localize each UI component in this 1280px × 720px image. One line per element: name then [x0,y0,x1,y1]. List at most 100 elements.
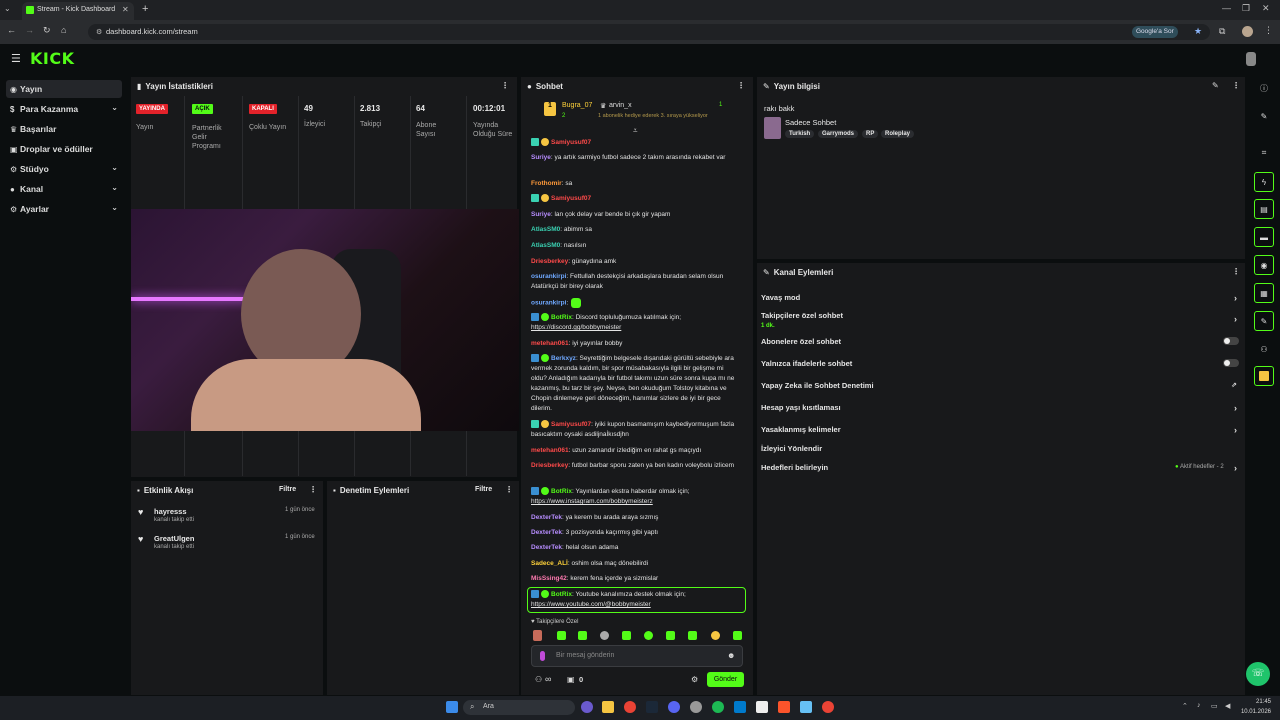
chat-username[interactable]: Frothomir [531,180,562,187]
back-icon[interactable]: ← [7,25,16,35]
emote-icon[interactable] [557,631,566,640]
chat-username[interactable]: Driesberkey [531,258,568,265]
action-ai-moderation[interactable]: Yapay Zeka ile Sohbet Denetimi ⇗ [761,381,1241,390]
chat-username[interactable]: Berkxyz [551,355,576,362]
chat-username[interactable]: Samiyusuf07 [551,139,591,146]
kick-logo[interactable]: KICK [30,49,75,68]
chat-link[interactable]: https://www.youtube.com/@bobbymeister [531,601,651,608]
chat-username[interactable]: AtlasSM0 [531,226,560,233]
stream-preview[interactable] [131,209,519,431]
event-user[interactable]: hayresss [154,507,187,516]
more-options-icon[interactable]: ⋮ [501,81,509,90]
app-icon[interactable] [581,701,593,713]
tag-chip[interactable]: Garrymods [818,130,859,138]
chat-username[interactable]: osurankirpi [531,300,566,307]
chat-username[interactable]: DexterTek [531,544,562,551]
app-icon[interactable] [800,701,812,713]
brave-icon[interactable] [778,701,790,713]
gifter-name[interactable]: arvin_x [609,102,632,109]
sidebar-item-ayarlar[interactable]: ⚙ Ayarlar ⌄ [6,200,122,218]
filter-button[interactable]: Filtre [475,486,492,493]
chat-username[interactable]: AtlasSM0 [531,242,560,249]
chat-username[interactable]: metehan061 [531,340,569,347]
action-slow-mode[interactable]: Yavaş mod › [761,293,1241,303]
emotes-only-toggle[interactable] [1223,359,1239,367]
bookmark-star-icon[interactable]: ★ [1194,26,1202,37]
edit-icon[interactable]: ✎ [1254,106,1274,126]
gift-icon[interactable]: ▣ [567,675,575,684]
sidebar-item-basarilar[interactable]: ♛ Başarılar [6,120,122,138]
emote-icon[interactable] [644,631,653,640]
wrench-icon[interactable]: ✎ [1254,311,1274,331]
chrome-icon[interactable] [624,701,636,713]
gifter-name[interactable]: Bugra_07 [562,102,592,109]
chat-icon[interactable]: ▬ [1254,227,1274,247]
send-button[interactable]: Gönder [707,672,744,687]
chat-username[interactable]: BotRix [551,314,572,321]
more-options-icon[interactable]: ⋮ [309,485,317,494]
action-banned-words[interactable]: Yasaklanmış kelimeler › [761,425,1241,435]
sidebar-item-kanal[interactable]: ● Kanal ⌄ [6,180,122,198]
network-icon[interactable]: ▭ [1211,702,1218,710]
chat-link[interactable]: https://www.instagram.com/bobbymeisterz [531,498,653,505]
tag-chip[interactable]: Turkish [785,130,815,138]
chat-username[interactable]: DexterTek [531,514,562,521]
reload-icon[interactable]: ↻ [43,25,51,36]
browser-menu-icon[interactable]: ⋮ [1264,25,1273,36]
close-tab-icon[interactable]: ✕ [122,5,129,14]
crop-icon[interactable]: ⌗ [1254,143,1274,163]
stream-category[interactable]: Sadece Sohbet [785,118,836,127]
chat-username[interactable]: Sadece_ALİ [531,560,568,567]
action-account-age[interactable]: Hesap yaşı kısıtlaması › [761,403,1241,413]
chat-input[interactable]: Bir mesaj gönderin ☻ [531,645,743,667]
chat-username[interactable]: Driesberkey [531,462,568,469]
emote-icon[interactable] [578,631,587,640]
chat-username[interactable]: BotRix [551,591,572,598]
scroll-down-icon[interactable]: ⩡ [633,126,638,136]
broadcast-icon[interactable]: ◉ [1254,255,1274,275]
chat-username[interactable]: MisSsing42 [531,575,567,582]
volume-icon[interactable]: ◀ [1225,702,1230,710]
more-options-icon[interactable]: ⋮ [1232,267,1240,276]
file-explorer-icon[interactable] [602,701,614,713]
menu-icon[interactable]: ☰ [11,52,21,65]
emote-icon[interactable] [533,630,542,641]
url-field[interactable]: ⚙ dashboard.kick.com/stream Google'a Sor… [88,24,1210,40]
emote-icon[interactable] [600,631,609,640]
filter-button[interactable]: Filtre [279,486,296,493]
steam-icon[interactable] [646,701,658,713]
tag-chip[interactable]: Roleplay [881,130,915,138]
chrome-icon[interactable] [822,701,834,713]
more-options-icon[interactable]: ⋮ [1232,81,1240,90]
emote-icon[interactable] [622,631,631,640]
vscode-icon[interactable] [734,701,746,713]
chat-username[interactable]: Suriye [531,211,551,218]
chat-username[interactable]: Samiyusuf07 [551,195,591,202]
emote-icon[interactable] [688,631,697,640]
chat-link[interactable]: https://discord.gg/bobbymeister [531,324,621,331]
minimize-icon[interactable]: — [1222,3,1231,13]
tag-chip[interactable]: RP [862,130,879,138]
home-icon[interactable]: ⌂ [61,25,66,35]
browser-tab[interactable]: Stream - Kick Dashboard ✕ [22,2,134,20]
chat-username[interactable]: Suriye [531,154,551,161]
edit-icon[interactable]: ✎ [1212,81,1219,90]
tray-chevron-icon[interactable]: ⌃ [1182,702,1188,710]
emote-icon[interactable] [733,631,742,640]
close-window-icon[interactable]: ✕ [1262,3,1270,14]
profile-avatar[interactable] [1242,26,1253,37]
sidebar-item-droplar[interactable]: ▣ Droplar ve ödüller [6,140,122,158]
extensions-icon[interactable]: ⧉ [1219,26,1225,37]
google-ask-button[interactable]: Google'a Sor [1132,26,1178,38]
spotify-icon[interactable] [712,701,724,713]
more-options-icon[interactable]: ⋮ [737,81,745,90]
chat-settings-icon[interactable]: ⚙ [691,675,698,684]
new-tab-icon[interactable]: + [142,3,148,15]
emoji-icon[interactable]: ☻ [727,651,735,660]
forward-icon[interactable]: → [25,25,34,35]
windows-start-icon[interactable] [446,701,458,713]
chat-username[interactable]: osurankirpi [531,273,566,280]
clapper-icon[interactable] [1254,366,1274,386]
more-options-icon[interactable]: ⋮ [505,485,513,494]
emote-icon[interactable] [666,631,675,640]
